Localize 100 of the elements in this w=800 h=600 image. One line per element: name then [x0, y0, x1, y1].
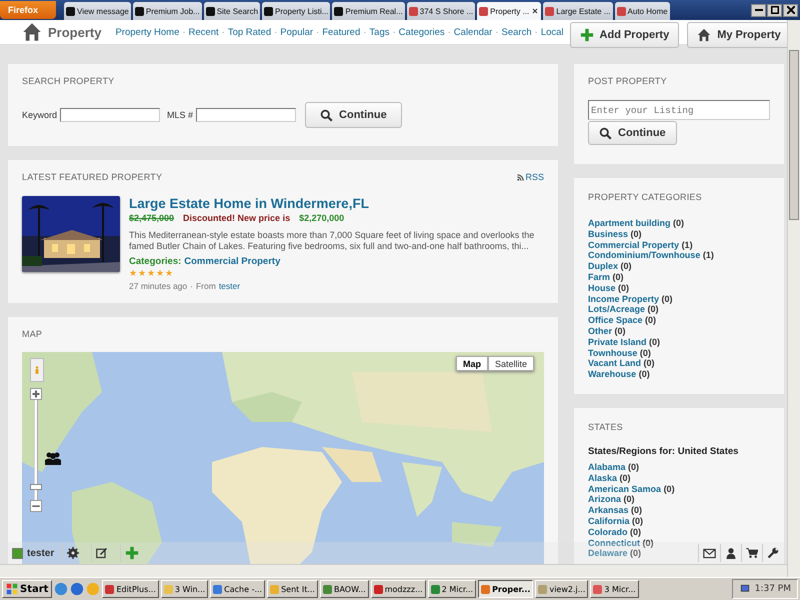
- favicon-icon: [134, 6, 144, 16]
- taskbar-button[interactable]: Cache -...: [210, 580, 266, 598]
- state-link[interactable]: Arkansas: [588, 505, 629, 516]
- category-link[interactable]: Apartment building: [588, 218, 670, 228]
- category-link[interactable]: Lots/Acreage: [588, 304, 646, 314]
- mls-field[interactable]: [196, 108, 296, 122]
- state-link[interactable]: Connecticut: [588, 538, 640, 548]
- nav-link[interactable]: Top Rated: [228, 26, 272, 38]
- category-count: (0): [614, 326, 626, 336]
- category-count: (0): [662, 294, 673, 304]
- taskbar-button[interactable]: 3 Win...: [160, 580, 208, 598]
- browser-tab[interactable]: Auto Home: [614, 2, 670, 20]
- firefox-menu-button[interactable]: Firefox: [0, 1, 56, 19]
- browser-tab[interactable]: Premium Job...: [132, 2, 202, 20]
- category-link[interactable]: Commercial Property: [184, 256, 280, 267]
- program-icon: [322, 584, 332, 594]
- state-link[interactable]: Delaware: [588, 548, 628, 558]
- category-link[interactable]: Townhouse: [588, 348, 638, 358]
- nav-link[interactable]: Property Home: [115, 26, 180, 38]
- rss-link[interactable]: RSS: [517, 172, 544, 182]
- taskbar-button[interactable]: Proper...: [478, 580, 534, 598]
- my-property-button[interactable]: My Property: [687, 22, 787, 48]
- browser-tab[interactable]: Large Estate ...: [543, 2, 613, 20]
- category-link[interactable]: Business: [588, 228, 628, 239]
- category-link[interactable]: Income Property: [588, 294, 660, 304]
- category-link[interactable]: Office Space: [588, 315, 643, 326]
- from-label: From: [196, 281, 216, 291]
- favicon-icon: [334, 6, 344, 16]
- add-property-button[interactable]: Add Property: [570, 22, 680, 48]
- keyword-field[interactable]: [60, 108, 160, 122]
- state-link[interactable]: Alaska: [588, 472, 618, 483]
- nav-link[interactable]: Local: [540, 26, 564, 38]
- restore-button[interactable]: [767, 4, 782, 16]
- favicon-icon: [264, 6, 274, 16]
- nav-link[interactable]: Popular: [280, 26, 314, 38]
- map-type-button[interactable]: Satellite: [488, 356, 534, 371]
- plus-icon: [580, 28, 594, 42]
- listing-title-link[interactable]: Large Estate Home in Windermere,FL: [129, 196, 544, 211]
- state-link[interactable]: Colorado: [588, 526, 628, 537]
- panel-heading: STATES: [588, 422, 624, 432]
- program-icon: [270, 584, 280, 594]
- category-count: (1): [682, 240, 693, 250]
- start-button[interactable]: Start: [2, 580, 52, 598]
- nav-link[interactable]: Calendar: [454, 26, 492, 38]
- category-link[interactable]: House: [588, 282, 616, 293]
- nav-link[interactable]: Categories: [398, 26, 445, 38]
- browser-tab[interactable]: View message: [64, 2, 131, 20]
- browser-tab[interactable]: Site Search: [204, 2, 260, 20]
- category-link[interactable]: Warehouse: [588, 369, 636, 380]
- taskbar-button[interactable]: 2 Micr...: [428, 580, 476, 598]
- category-link[interactable]: Duplex: [588, 261, 618, 272]
- browser-tab[interactable]: Property Listi...: [262, 2, 330, 20]
- vertical-scrollbar[interactable]: [787, 20, 800, 577]
- nav-separator: ·: [316, 26, 320, 38]
- nav-link[interactable]: Recent: [188, 26, 219, 38]
- horizontal-scrollbar[interactable]: [0, 564, 787, 577]
- program-icon: [86, 582, 100, 596]
- keyword-label: Keyword: [22, 110, 58, 120]
- category-link[interactable]: Farm: [588, 272, 610, 282]
- state-link[interactable]: Arizona: [588, 494, 622, 504]
- star-icon: ★: [156, 268, 164, 278]
- taskbar-button[interactable]: Sent It...: [267, 580, 318, 598]
- state-link[interactable]: California: [588, 516, 630, 526]
- browser-tab[interactable]: 374 S Shore ...: [406, 2, 476, 20]
- map-type-button[interactable]: Map: [456, 356, 488, 371]
- category-count: (0): [620, 261, 632, 272]
- category-link[interactable]: Condominium/Townhouse: [588, 250, 700, 260]
- nav-link[interactable]: Tags: [369, 26, 390, 38]
- state-link[interactable]: American Samoa: [588, 484, 662, 494]
- taskbar-button[interactable]: view2.j...: [535, 580, 588, 598]
- old-price: $2,475,000: [129, 213, 174, 223]
- nav-link[interactable]: Featured: [322, 26, 360, 38]
- nav-separator: ·: [363, 26, 366, 38]
- category-count: (0): [644, 358, 655, 368]
- browser-tab[interactable]: Property ...: [477, 2, 542, 20]
- group-marker-icon: [44, 450, 62, 466]
- taskbar-button[interactable]: BAOW...: [320, 580, 369, 598]
- continue-button[interactable]: Continue: [588, 121, 677, 145]
- minimize-button[interactable]: [751, 4, 766, 16]
- category-link[interactable]: Commercial Property: [588, 240, 680, 250]
- listing-field[interactable]: Enter your Listing: [588, 100, 770, 120]
- taskbar-button[interactable]: 3 Micr...: [590, 580, 639, 598]
- zoom-in-button[interactable]: [30, 388, 42, 400]
- nav-link[interactable]: Search: [502, 26, 532, 38]
- zoom-out-button[interactable]: [30, 500, 42, 512]
- category-link[interactable]: Other: [588, 326, 612, 336]
- category-link[interactable]: Private Island: [588, 336, 647, 347]
- state-link[interactable]: Alabama: [588, 462, 626, 472]
- taskbar-button[interactable]: modzzz...: [370, 580, 426, 598]
- zoom-slider-thumb[interactable]: [30, 484, 42, 490]
- close-button[interactable]: [783, 4, 798, 16]
- taskbar-button[interactable]: EditPlus...: [102, 580, 159, 598]
- user-button[interactable]: tester: [12, 548, 54, 558]
- browser-tab[interactable]: Premium Real...: [332, 2, 405, 20]
- continue-button[interactable]: Continue: [305, 102, 402, 128]
- author-link[interactable]: tester: [218, 281, 240, 291]
- state-count: (0): [632, 516, 644, 526]
- category-link[interactable]: Vacant Land: [588, 358, 642, 368]
- restore-icon: [770, 6, 778, 14]
- time-ago: 27 minutes ago: [129, 281, 188, 291]
